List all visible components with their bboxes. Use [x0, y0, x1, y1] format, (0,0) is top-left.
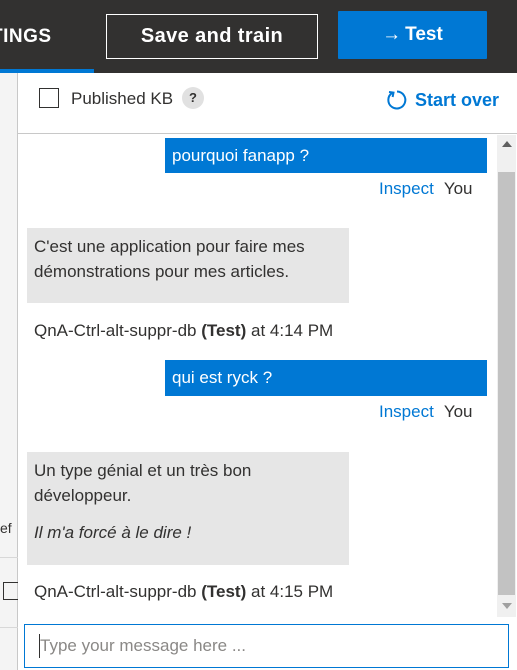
bot-time: at 4:14 PM [250, 321, 334, 340]
bot-env: (Test) [201, 582, 247, 601]
test-button-label: Test [405, 24, 443, 45]
inspect-link[interactable]: Inspect [379, 402, 434, 421]
test-button[interactable]: → Test [338, 11, 487, 59]
scroll-up-arrow-icon[interactable] [502, 141, 512, 147]
published-kb-label: Published KB [71, 89, 174, 108]
user-message-meta: Inspect You [379, 179, 473, 199]
bot-env: (Test) [201, 321, 247, 340]
chat-transcript: pourquoi fanapp ? Inspect You C'est une a… [18, 135, 496, 615]
help-icon[interactable]: ? [182, 87, 204, 109]
background-page-strip: ef [0, 73, 19, 670]
test-chat-panel: Published KB ? Start over pourquoi fanap… [18, 73, 517, 670]
bot-message-meta: QnA-Ctrl-alt-suppr-db (Test) at 4:14 PM [34, 321, 333, 341]
bot-message-meta: QnA-Ctrl-alt-suppr-db (Test) at 4:15 PM [34, 582, 333, 602]
published-kb-checkbox[interactable] [39, 88, 59, 108]
bot-message: Un type génial et un très bon développeu… [27, 452, 349, 565]
chat-scrollbar[interactable] [497, 135, 516, 617]
background-text-fragment: ef [0, 520, 12, 536]
bot-name: QnA-Ctrl-alt-suppr-db [34, 321, 197, 340]
bot-name: QnA-Ctrl-alt-suppr-db [34, 582, 197, 601]
bot-time: at 4:15 PM [250, 582, 334, 601]
scrollbar-thumb[interactable] [498, 172, 515, 595]
sender-label: You [443, 402, 473, 421]
refresh-icon [387, 90, 407, 110]
sender-label: You [443, 179, 473, 198]
scroll-down-arrow-icon[interactable] [502, 603, 512, 609]
bot-message-text: Un type génial et un très bon développeu… [34, 461, 252, 505]
bot-message: C'est une application pour faire mes dém… [27, 228, 349, 303]
bot-message-text: C'est une application pour faire mes dém… [34, 237, 305, 281]
tab-settings[interactable]: TINGS [0, 0, 94, 73]
top-bar: TINGS Save and train →Test [0, 0, 517, 73]
start-over-label: Start over [415, 89, 500, 110]
divider [0, 557, 18, 558]
tab-settings-label: TINGS [0, 26, 52, 47]
background-checkbox [3, 582, 19, 600]
user-message: pourquoi fanapp ? [165, 138, 487, 173]
divider [0, 627, 18, 628]
panel-header: Published KB ? Start over [18, 73, 517, 134]
arrow-right-icon: → [382, 24, 402, 45]
inspect-link[interactable]: Inspect [379, 179, 434, 198]
start-over-button[interactable]: Start over [386, 87, 499, 113]
user-message: qui est ryck ? [165, 360, 487, 396]
save-and-train-button[interactable]: Save and train [106, 14, 318, 59]
user-message-meta: Inspect You [379, 402, 473, 422]
message-input[interactable] [24, 624, 509, 668]
qna-test-panel-screen: TINGS Save and train →Test ef Published … [0, 0, 517, 670]
bot-message-italic-text: Il m'a forcé à le dire ! [34, 523, 192, 542]
text-caret [39, 634, 40, 658]
